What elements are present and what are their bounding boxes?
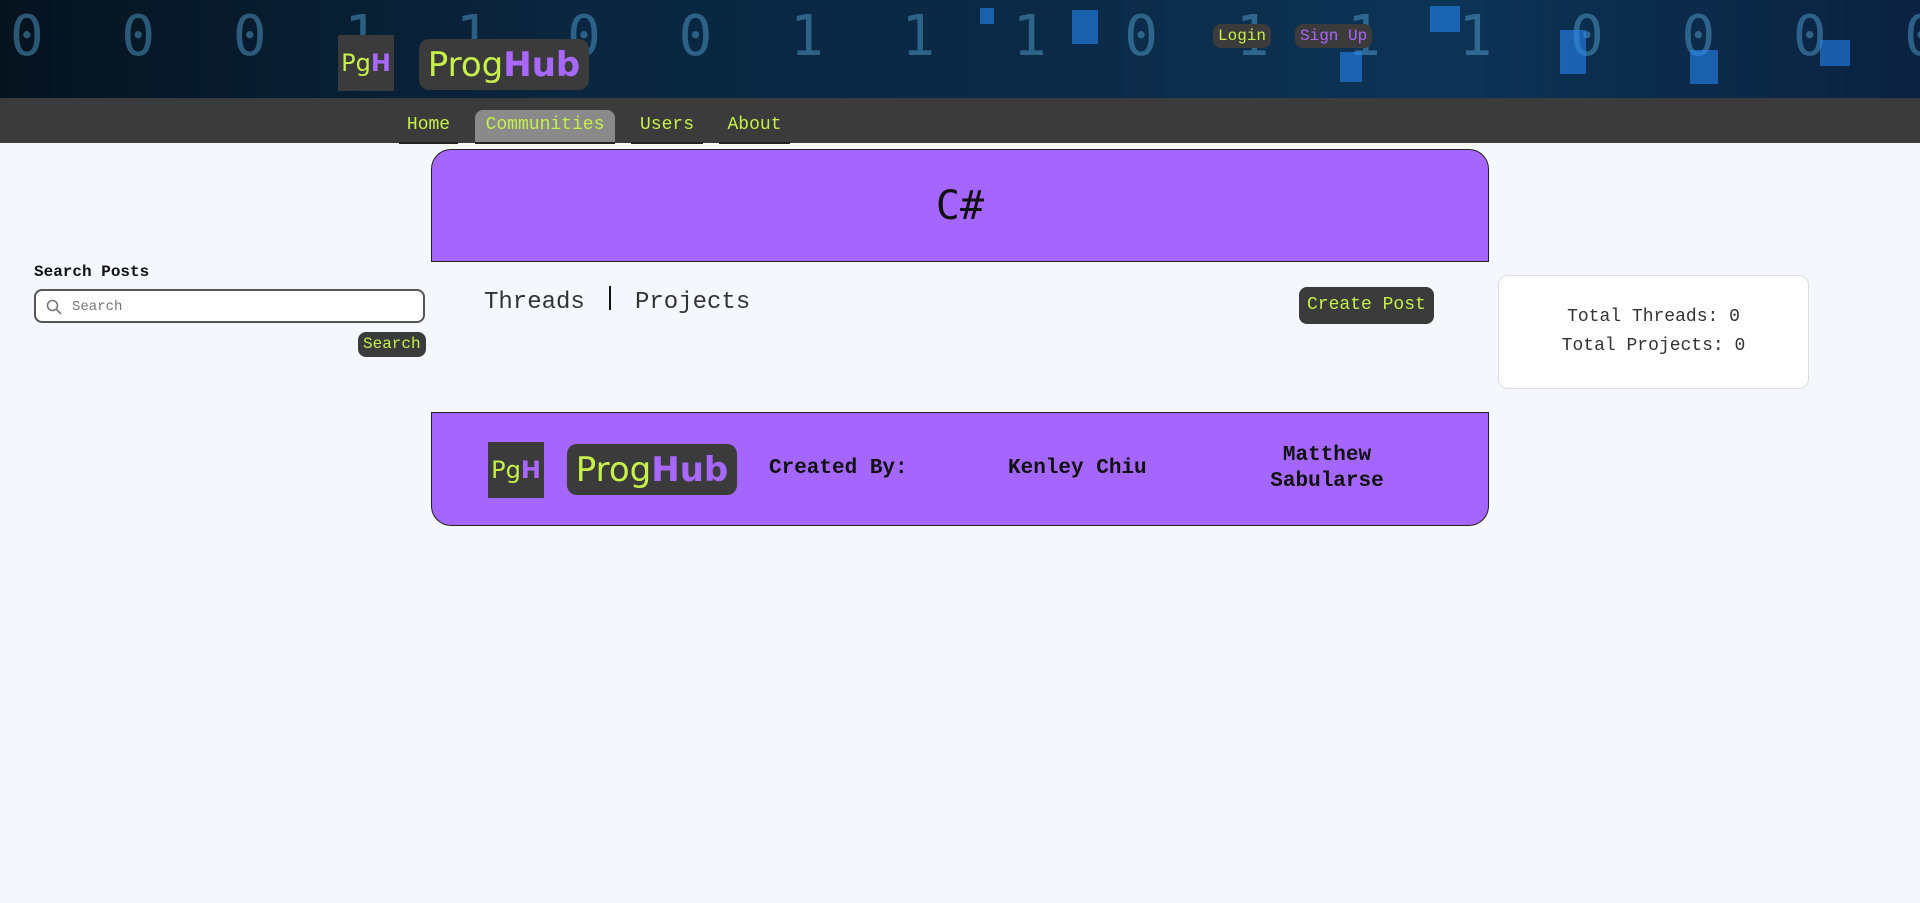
community-title: C#: [935, 182, 985, 229]
logo-wordmark-suffix: Hub: [651, 449, 729, 490]
signup-button[interactable]: Sign Up: [1295, 24, 1373, 48]
search-button[interactable]: Search: [358, 332, 426, 357]
banner-glow-square: [1340, 52, 1362, 82]
create-post-button[interactable]: Create Post: [1299, 287, 1434, 324]
search-field[interactable]: [34, 289, 425, 323]
header-banner: 0 0 0 1 1 0 0 1 1 1 0 1 1 1 0 0 0 0 0 1 …: [0, 0, 1920, 98]
banner-glow-square: [1072, 10, 1098, 44]
search-icon: [46, 299, 62, 315]
main-nav: Home Communities Users About: [0, 98, 1920, 144]
logo-icon-prefix: Pg: [341, 49, 371, 77]
created-by-label: Created By:: [769, 457, 908, 480]
banner-glow-square: [1820, 40, 1850, 66]
logo-icon-suffix: H: [520, 456, 541, 484]
nav-communities[interactable]: Communities: [475, 110, 615, 144]
tab-divider: [609, 286, 611, 310]
search-input[interactable]: [70, 296, 414, 318]
total-threads: Total Threads: 0: [1567, 307, 1740, 327]
banner-glow-square: [1690, 50, 1718, 84]
banner-glow-square: [1430, 6, 1460, 32]
banner-binary-background: 0 0 0 1 1 0 0 1 1 1 0 1 1 1 0 0 0 0 0 1 …: [10, 4, 1920, 69]
nav-about[interactable]: About: [719, 110, 790, 144]
tab-threads[interactable]: Threads: [484, 289, 585, 316]
footer-logo-wordmark: Prog Hub: [567, 444, 737, 495]
author-name: Matthew Sabularse: [1270, 444, 1384, 493]
stats-card: Total Threads: 0 Total Projects: 0: [1498, 275, 1809, 389]
login-button[interactable]: Login: [1213, 24, 1272, 48]
search-posts-label: Search Posts: [34, 263, 150, 281]
header-logo-wordmark[interactable]: Prog Hub: [419, 39, 589, 90]
total-projects: Total Projects: 0: [1561, 336, 1746, 356]
footer: Pg H Prog Hub Created By: Kenley Chiu Matt…: [431, 412, 1489, 526]
nav-home[interactable]: Home: [399, 110, 458, 144]
tab-projects[interactable]: Projects: [635, 289, 750, 316]
footer-logo-icon: Pg H: [488, 442, 544, 498]
nav-users[interactable]: Users: [631, 110, 703, 144]
banner-glow-square: [980, 8, 994, 24]
banner-glow-square: [1560, 30, 1586, 74]
logo-icon-prefix: Pg: [491, 456, 521, 484]
author-name: Kenley Chiu: [1008, 457, 1147, 480]
community-title-banner: C#: [431, 149, 1489, 262]
logo-wordmark-prefix: Prog: [427, 44, 504, 85]
logo-icon-suffix: H: [370, 49, 391, 77]
header-logo-icon[interactable]: Pg H: [338, 35, 394, 91]
logo-wordmark-prefix: Prog: [575, 449, 652, 490]
logo-wordmark-suffix: Hub: [503, 44, 581, 85]
